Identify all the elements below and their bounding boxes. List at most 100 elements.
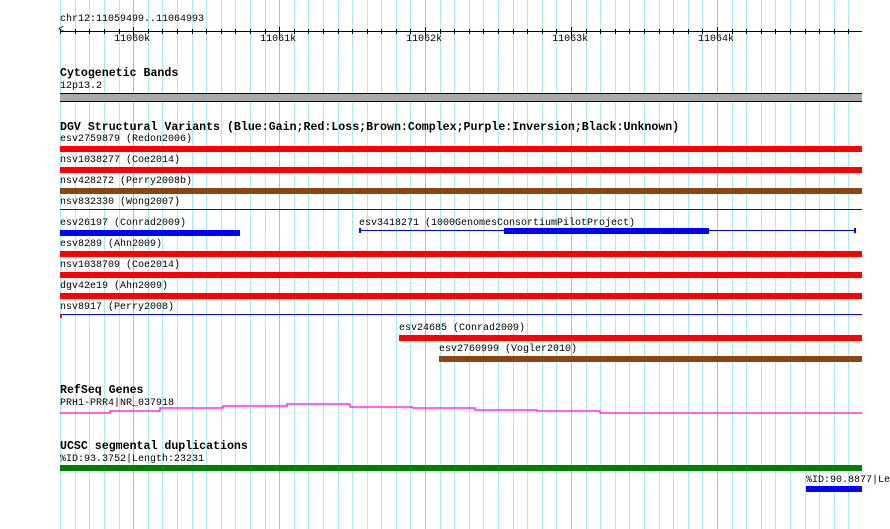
ruler-tick (775, 29, 776, 34)
ruler-tick-label: 11060k (114, 34, 151, 45)
grid-line (629, 0, 630, 529)
grid-line (265, 0, 266, 529)
ruler-tick (600, 29, 601, 34)
grid-line (702, 0, 703, 529)
grid-line (323, 0, 324, 529)
segdup-track-title: UCSC segmental duplications (60, 440, 248, 453)
ruler-tick (104, 29, 105, 34)
variant-bar[interactable] (60, 188, 862, 194)
grid-line (338, 0, 339, 529)
variant-bar[interactable] (60, 167, 862, 173)
variant-bar[interactable] (60, 293, 862, 299)
ruler-left-arrow-icon[interactable]: < (58, 25, 64, 36)
variant-label: esv2759879 (Redon2006) (60, 134, 193, 145)
variant-line[interactable] (60, 314, 862, 315)
ruler-tick-label: 11063k (552, 34, 589, 45)
grid-line (615, 0, 616, 529)
ruler-tick (381, 29, 382, 34)
grid-line (644, 0, 645, 529)
grid-line (746, 0, 747, 529)
variant-label: nsv1038277 (Coe2014) (60, 155, 181, 166)
ruler-tick (338, 29, 339, 34)
variant-bar[interactable] (60, 146, 862, 152)
ruler-tick (513, 29, 514, 34)
grid-line (556, 0, 557, 529)
ruler-tick (206, 29, 207, 34)
ruler-tick (498, 29, 499, 34)
ruler-tick (250, 29, 251, 34)
variant-bar[interactable] (398, 335, 862, 341)
dgv-track-title: DGV Structural Variants (Blue:Gain;Red:L… (60, 121, 680, 134)
variant-label: nsv8917 (Perry2008) (60, 302, 175, 313)
variant-end-cap (853, 228, 856, 233)
variant-label: esv24685 (Conrad2009) (398, 323, 525, 334)
grid-line (410, 0, 411, 529)
ruler-tick (834, 29, 835, 34)
grid-line (425, 0, 426, 529)
ruler-tick-label: 11062k (406, 34, 443, 45)
grid-line (294, 0, 295, 529)
grid-line (352, 0, 353, 529)
grid-line (717, 0, 718, 529)
variant-label: esv8289 (Ahn2009) (60, 239, 163, 250)
grid-line (527, 0, 528, 529)
ruler-axis (60, 31, 862, 32)
ruler-tick (192, 29, 193, 34)
ruler-tick (352, 29, 353, 34)
segdup-label: %ID:90.8877|Le (805, 475, 890, 486)
grid-line (848, 0, 849, 529)
grid-line (513, 0, 514, 529)
variant-bar[interactable] (60, 230, 240, 236)
grid-line (381, 0, 382, 529)
grid-line (790, 0, 791, 529)
variant-bar[interactable] (60, 272, 862, 278)
grid-line (775, 0, 776, 529)
grid-line (367, 0, 368, 529)
ruler-tick (761, 29, 762, 34)
ruler-tick (542, 29, 543, 34)
segdup-label: %ID:93.3752|Length:23231 (60, 454, 205, 465)
grid-line (440, 0, 441, 529)
variant-line[interactable] (60, 209, 862, 210)
variant-label: dgv42e19 (Ahn2009) (60, 281, 169, 292)
segdup-bar[interactable] (60, 465, 862, 471)
grid-line (454, 0, 455, 529)
variant-marker (60, 314, 62, 318)
ruler-tick-label: 11061k (260, 34, 297, 45)
grid-line (542, 0, 543, 529)
ruler-tick (89, 29, 90, 34)
refseq-gene-line[interactable] (0, 400, 890, 420)
refseq-track-title: RefSeq Genes (60, 384, 144, 397)
ruler-tick (221, 29, 222, 34)
ruler-tick (469, 29, 470, 34)
variant-bar[interactable] (60, 251, 862, 257)
cyto-band[interactable] (60, 93, 862, 102)
grid-line (761, 0, 762, 529)
segdup-bar[interactable] (805, 486, 862, 492)
ruler-tick (60, 29, 61, 34)
grid-line (279, 0, 280, 529)
ruler-tick (688, 29, 689, 34)
grid-line (673, 0, 674, 529)
ruler-tick (75, 29, 76, 34)
ruler-tick (819, 29, 820, 34)
variant-bar[interactable] (503, 228, 709, 234)
variant-label: nsv1038709 (Coe2014) (60, 260, 181, 271)
region-label: chr12:11059499..11064993 (60, 14, 205, 25)
genome-browser-panel: chr12:11059499..11064993 <11060k 11061k 11… (0, 0, 890, 529)
ruler-tick (629, 29, 630, 34)
grid-line (571, 0, 572, 529)
ruler-tick-label: 11064k (698, 34, 735, 45)
grid-line (250, 0, 251, 529)
grid-line (819, 0, 820, 529)
grid-line (805, 0, 806, 529)
ruler-tick (644, 29, 645, 34)
ruler-tick (162, 29, 163, 34)
ruler-tick (323, 29, 324, 34)
variant-bar[interactable] (438, 356, 862, 362)
grid-line (396, 0, 397, 529)
grid-line (483, 0, 484, 529)
grid-line (834, 0, 835, 529)
ruler-tick (790, 29, 791, 34)
ruler-tick (527, 29, 528, 34)
